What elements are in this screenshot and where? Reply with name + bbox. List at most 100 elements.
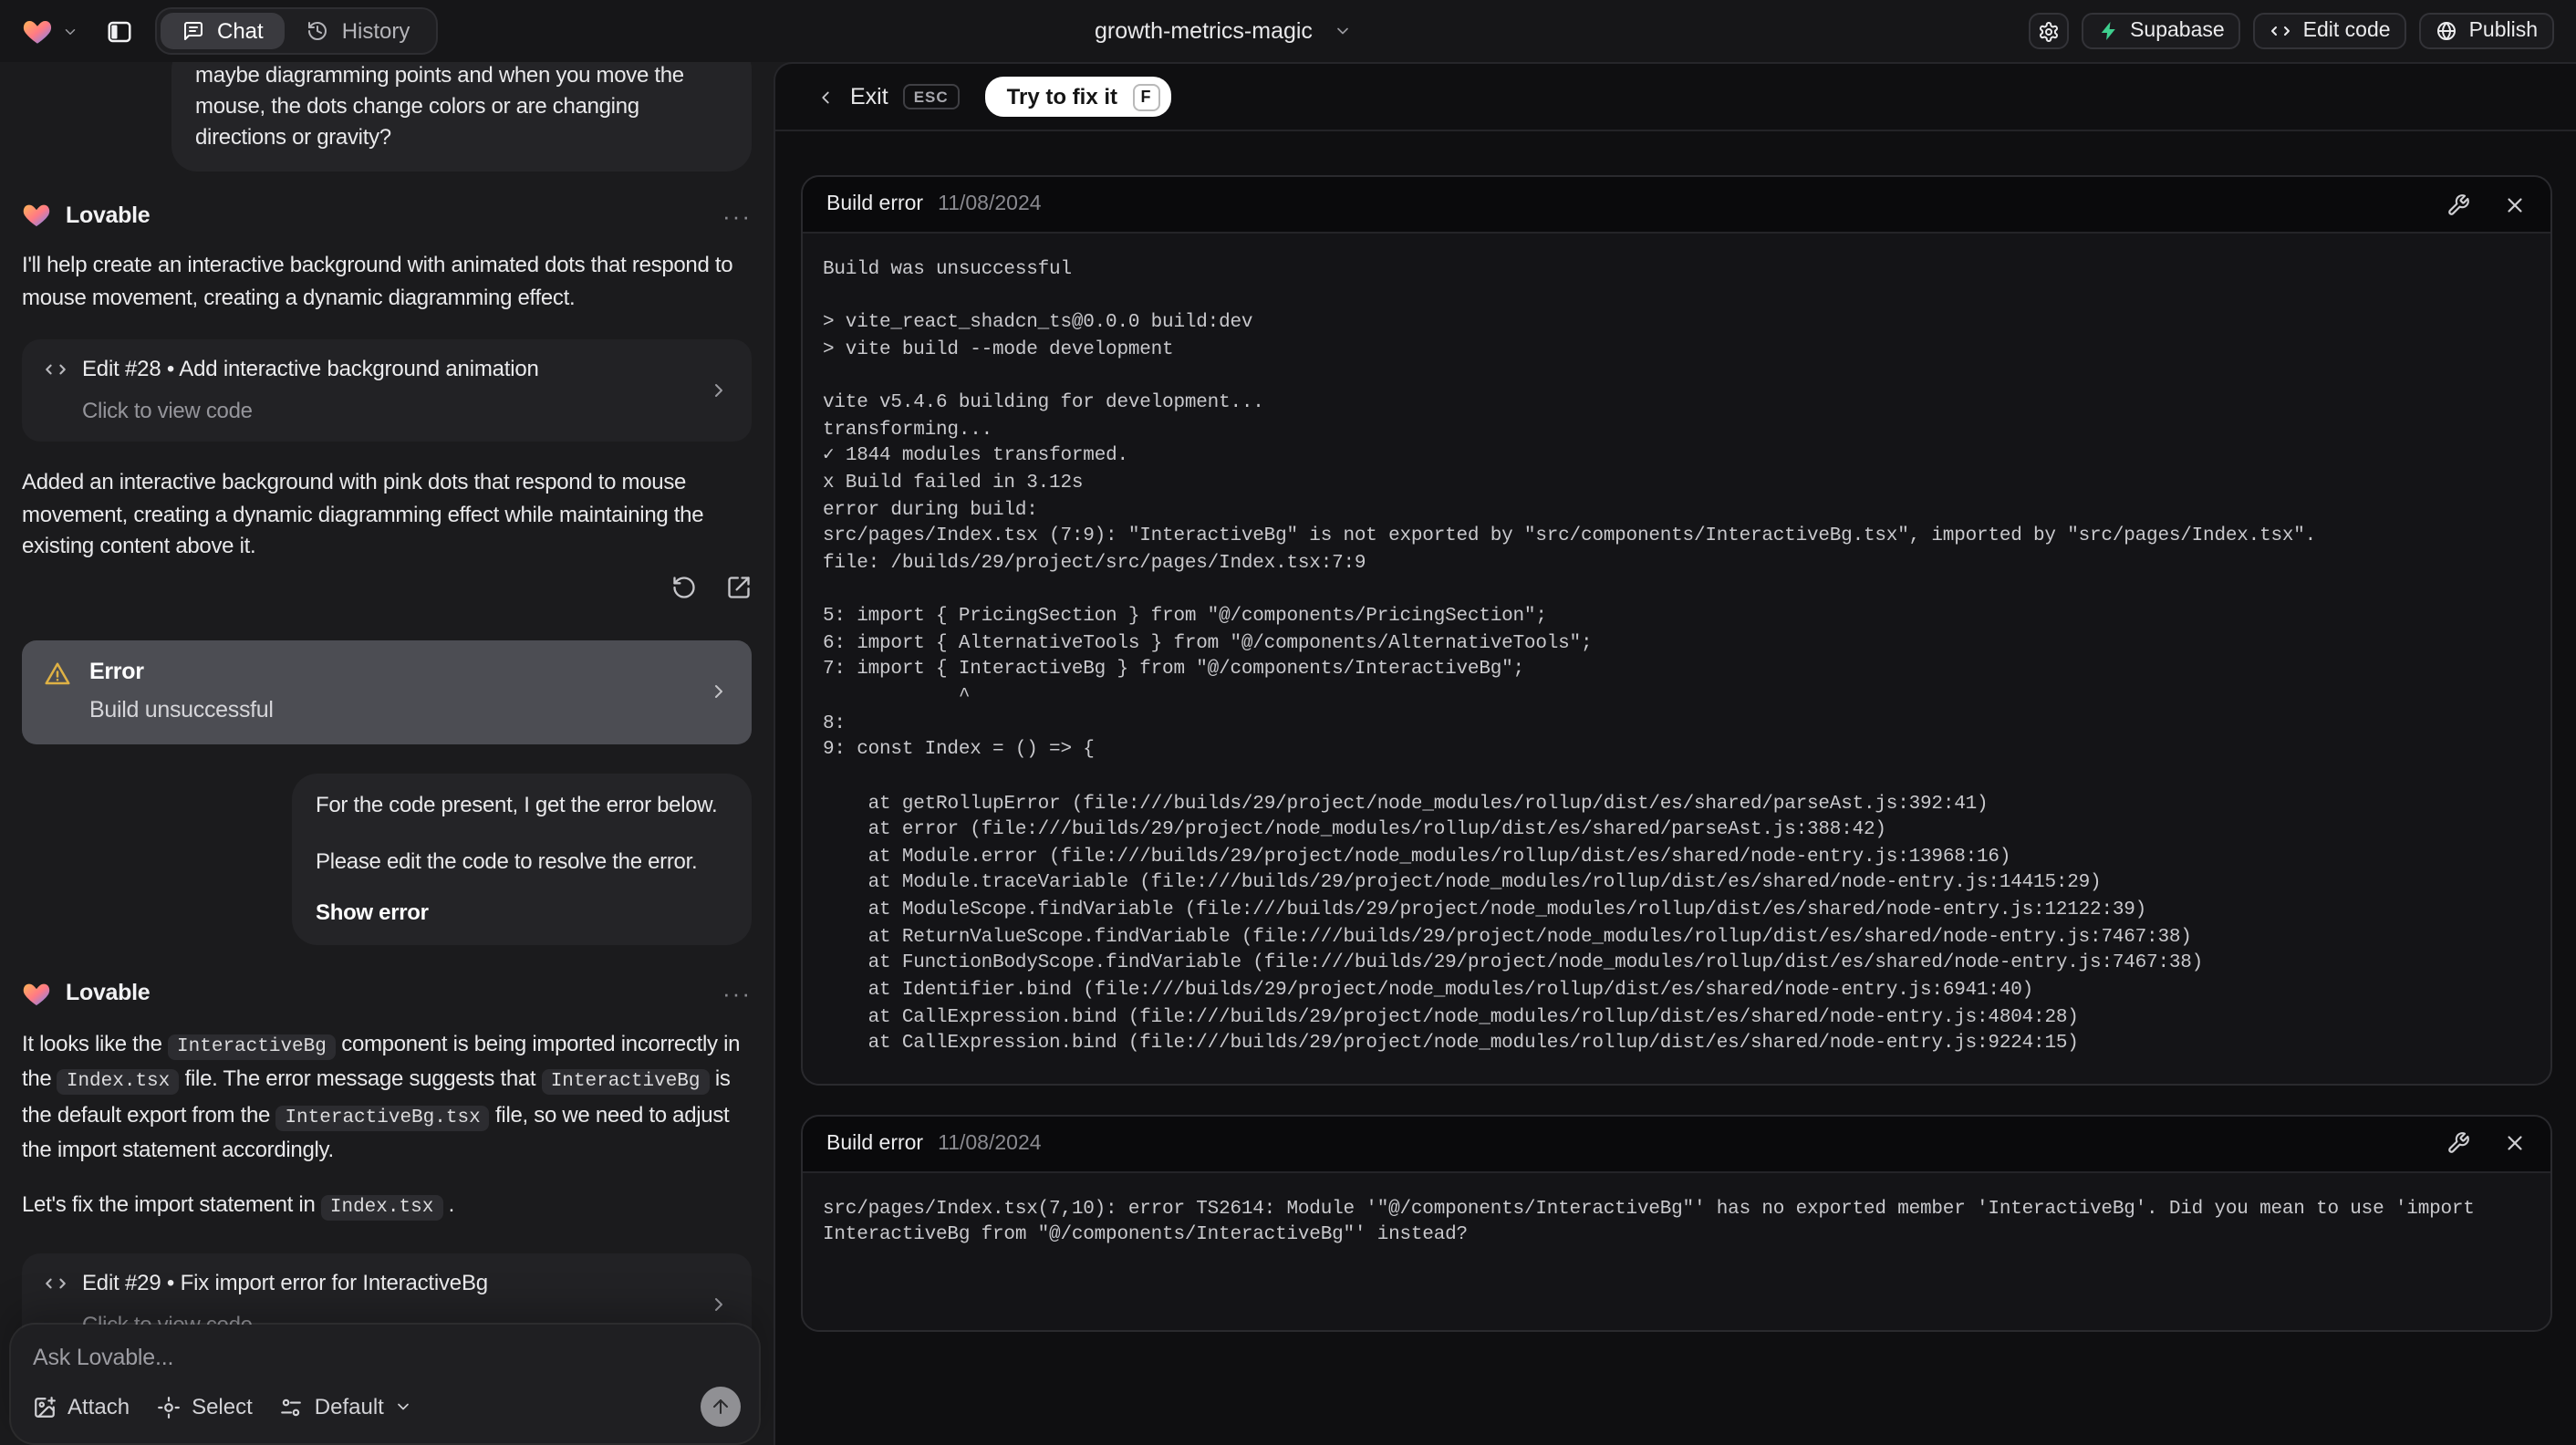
chevron-down-icon	[65, 28, 76, 34]
exit-label: Exit	[850, 84, 888, 109]
chevron-right-icon	[715, 685, 722, 699]
topbar: Chat History growth-metrics-magic Supaba…	[0, 0, 2576, 62]
tab-chat-label: Chat	[217, 18, 264, 44]
sidebar-toggle-button[interactable]	[106, 17, 133, 45]
build-error-date: 11/08/2024	[938, 1132, 1042, 1155]
build-error-panel-1: Build error 11/08/2024 Build was unsucce…	[801, 175, 2552, 1086]
project-selector[interactable]: growth-metrics-magic	[1095, 18, 1353, 44]
try-to-fix-button[interactable]: Try to fix it F	[984, 77, 1171, 117]
view-switcher: Chat History	[155, 7, 438, 55]
code-brackets-icon	[46, 365, 66, 376]
select-button[interactable]: Select	[157, 1394, 253, 1419]
code-brackets-icon	[46, 1279, 66, 1290]
send-button[interactable]	[701, 1387, 741, 1427]
chat-input[interactable]: Ask Lovable...	[33, 1345, 737, 1370]
open-external-icon[interactable]	[726, 574, 752, 599]
restore-version-icon[interactable]	[671, 574, 697, 599]
image-plus-icon	[35, 1396, 56, 1417]
assistant-name: Lovable	[66, 202, 151, 228]
build-error-card[interactable]: Error Build unsuccessful	[22, 639, 752, 744]
history-clock-icon	[308, 22, 327, 40]
more-options-button[interactable]: ···	[722, 200, 752, 232]
edit-card-28[interactable]: Edit #28 • Add interactive background an…	[22, 339, 752, 442]
code-brackets-icon	[2271, 26, 2290, 36]
assistant-header: Lovable ···	[22, 978, 752, 1010]
app-window: Chat History growth-metrics-magic Supaba…	[0, 0, 2576, 1445]
close-icon[interactable]	[2503, 1132, 2527, 1156]
user-message-text: maybe diagramming points and when you mo…	[195, 62, 684, 151]
workspace: maybe diagramming points and when you mo…	[0, 62, 2576, 1445]
publish-button[interactable]: Publish	[2419, 13, 2554, 49]
assistant-name: Lovable	[66, 980, 151, 1006]
composer: Ask Lovable... Attach Select Default	[11, 1325, 759, 1443]
assistant-paragraph: Let's fix the import statement in Index.…	[22, 1190, 455, 1221]
show-error-link[interactable]: Show error	[316, 897, 728, 929]
select-label: Select	[192, 1394, 253, 1419]
build-error-header: Build error 11/08/2024	[803, 177, 2550, 234]
tab-chat[interactable]: Chat	[161, 13, 286, 49]
tab-history[interactable]: History	[286, 13, 432, 49]
gear-icon	[2039, 21, 2058, 41]
edit-card-title: Edit #29 • Fix import error for Interact…	[82, 1270, 488, 1296]
supabase-bolt-icon	[2100, 22, 2114, 40]
chevron-right-icon	[715, 384, 722, 398]
settings-button[interactable]	[2028, 13, 2069, 49]
build-log: Build was unsuccessful > vite_react_shad…	[823, 259, 2317, 1055]
error-card-subtitle: Build unsuccessful	[89, 697, 274, 723]
chevron-left-icon	[822, 90, 829, 103]
edit-card-title: Edit #28 • Add interactive background an…	[82, 356, 539, 382]
wrench-icon[interactable]	[2446, 192, 2470, 216]
preview-panel: Exit ESC Try to fix it F Build error 11/…	[774, 62, 2576, 1445]
build-log: src/pages/Index.tsx(7,10): error TS2614:…	[823, 1198, 2487, 1247]
workspace-menu[interactable]	[22, 16, 78, 47]
edit-card-subtitle: Click to view code	[82, 397, 253, 423]
user-message-text: For the code present, I get the error be…	[316, 791, 718, 817]
lovable-heart-icon	[23, 983, 50, 1005]
edit-code-label: Edit code	[2302, 20, 2391, 42]
chevron-right-icon	[715, 1298, 722, 1312]
preview-body: Build error 11/08/2024 Build was unsucce…	[775, 131, 2576, 1332]
supabase-label: Supabase	[2130, 20, 2225, 42]
exit-button[interactable]: Exit ESC	[815, 84, 960, 109]
sliders-icon	[281, 1398, 302, 1416]
user-message-text: Please edit the code to resolve the erro…	[316, 848, 698, 875]
arrow-up-icon	[713, 1399, 728, 1414]
supabase-button[interactable]: Supabase	[2081, 13, 2241, 49]
try-to-fix-label: Try to fix it	[1006, 84, 1118, 109]
error-card-title: Error	[89, 658, 144, 684]
mode-selector[interactable]: Default	[280, 1394, 413, 1419]
locate-icon	[158, 1396, 180, 1418]
user-message: maybe diagramming points and when you mo…	[171, 62, 752, 172]
panel-left-icon	[108, 20, 131, 42]
build-error-header: Build error 11/08/2024	[803, 1116, 2550, 1173]
build-error-date: 11/08/2024	[938, 193, 1042, 215]
chevron-down-icon	[399, 1403, 410, 1410]
build-error-title: Build error	[826, 193, 924, 215]
lovable-heart-icon	[23, 205, 50, 227]
assistant-paragraph: Added an interactive background with pin…	[22, 469, 704, 559]
tab-history-label: History	[341, 18, 410, 44]
warning-triangle-icon	[45, 661, 70, 684]
esc-key-badge: ESC	[902, 84, 960, 109]
build-error-title: Build error	[826, 1132, 924, 1155]
build-error-panel-2: Build error 11/08/2024 src/pages/Index.t…	[801, 1114, 2552, 1332]
mode-label: Default	[314, 1394, 384, 1419]
globe-icon	[2437, 22, 2457, 40]
more-options-button[interactable]: ···	[722, 978, 752, 1010]
chat-bubble-icon	[184, 22, 203, 40]
chevron-down-icon	[1338, 27, 1349, 35]
assistant-paragraph: I'll help create an interactive backgrou…	[22, 252, 733, 310]
chat-messages: maybe diagramming points and when you mo…	[0, 62, 774, 1445]
attach-label: Attach	[68, 1394, 130, 1419]
edit-code-button[interactable]: Edit code	[2253, 13, 2407, 49]
publish-label: Publish	[2468, 20, 2538, 42]
lovable-heart-logo	[23, 19, 52, 43]
assistant-paragraph: It looks like the InteractiveBg componen…	[22, 1030, 741, 1163]
attach-button[interactable]: Attach	[33, 1394, 130, 1419]
topbar-actions: Supabase Edit code Publish	[2028, 13, 2554, 49]
assistant-header: Lovable ···	[22, 200, 752, 232]
wrench-icon[interactable]	[2446, 1132, 2470, 1156]
preview-toolbar: Exit ESC Try to fix it F	[775, 64, 2576, 131]
close-icon[interactable]	[2503, 192, 2527, 216]
chat-panel: maybe diagramming points and when you mo…	[0, 62, 774, 1445]
